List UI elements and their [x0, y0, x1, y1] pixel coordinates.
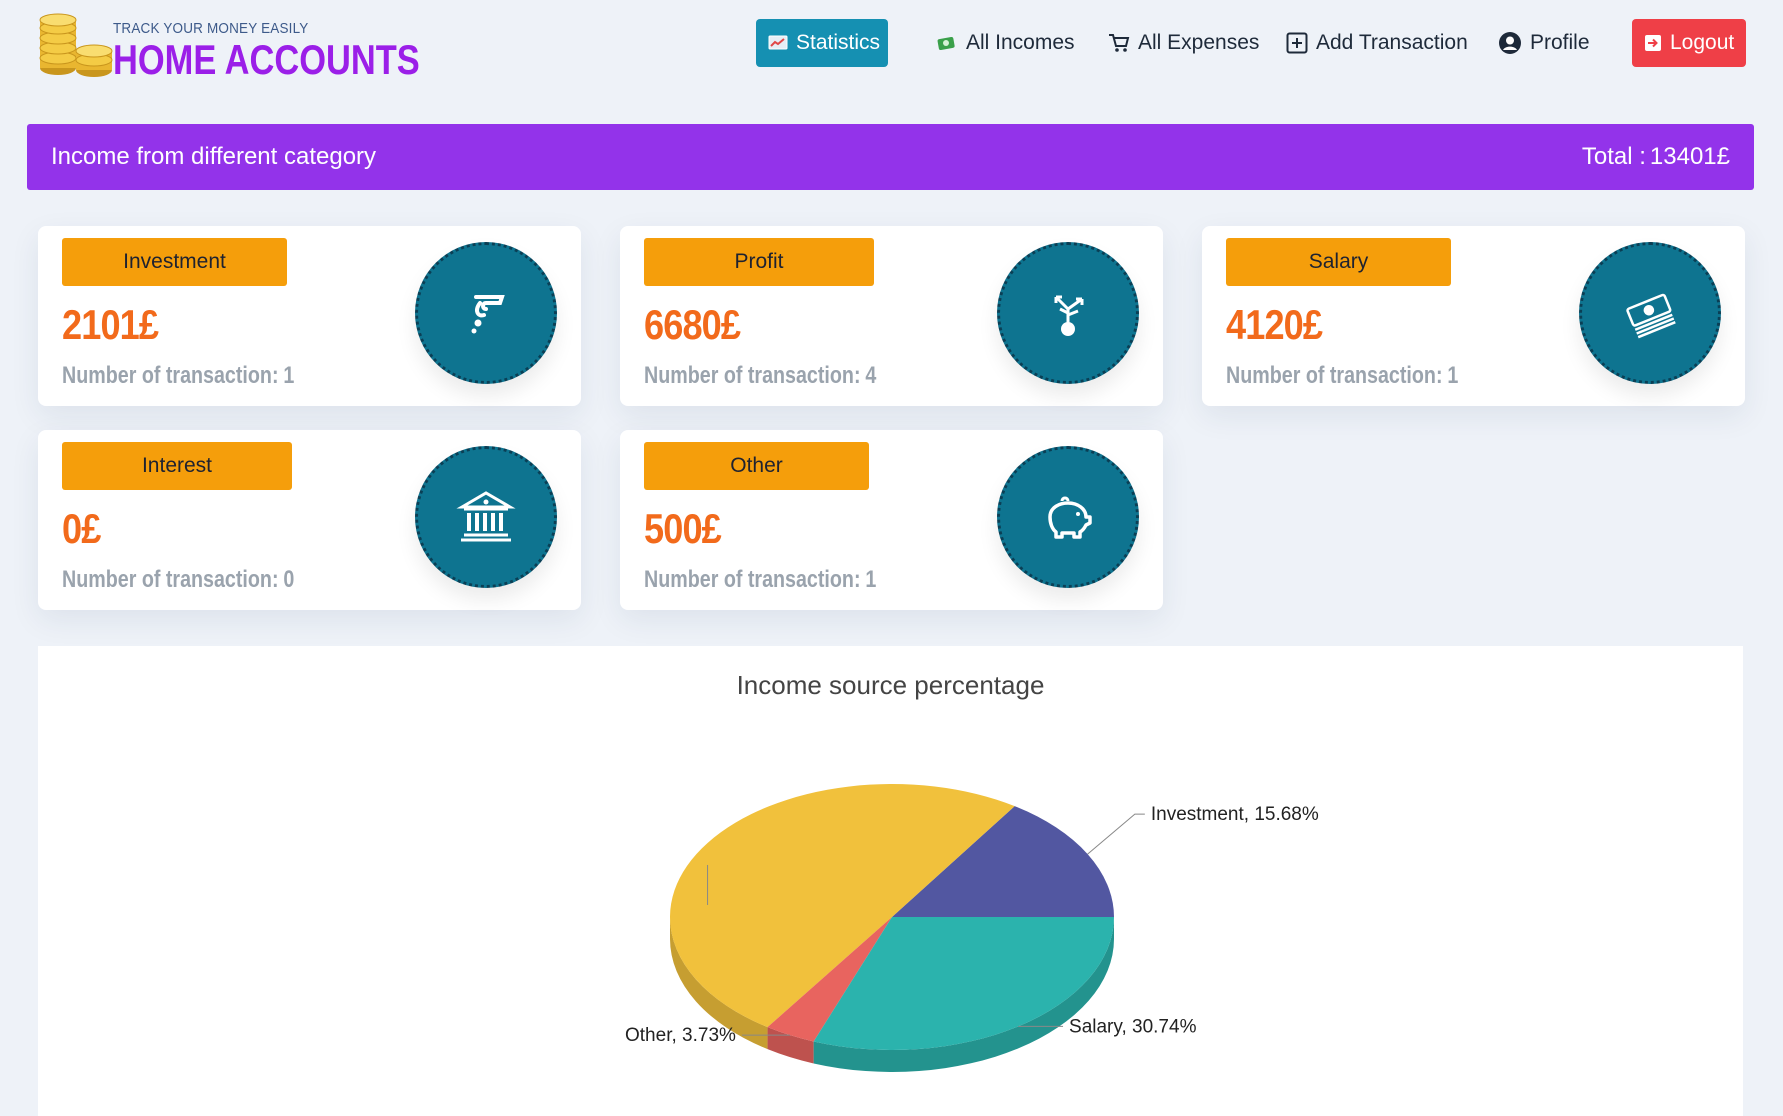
pie-label-salary: Salary, 30.74% [1069, 1016, 1197, 1037]
category-badge: Profit [644, 238, 874, 286]
category-badge: Salary [1226, 238, 1451, 286]
growth-plant-icon [1054, 295, 1084, 336]
chart-icon [768, 35, 788, 50]
logo-tagline: TRACK YOUR MONEY EASILY [113, 20, 309, 37]
nav-add-transaction-label: Add Transaction [1316, 31, 1468, 54]
nav-all-expenses-label: All Expenses [1138, 31, 1260, 54]
nav-add-transaction[interactable]: Add Transaction [1286, 19, 1468, 67]
logo-title: HOME ACCOUNTS [113, 36, 420, 83]
category-badge: Investment [62, 238, 287, 286]
category-amount: 4120£ [1226, 301, 1323, 348]
category-card-interest[interactable]: Interest 0£ Number of transaction: 0 [38, 430, 581, 610]
banner-title: Income from different category [51, 143, 377, 170]
banner-total-value: 13401£ [1649, 143, 1730, 170]
banner-total: Total :13401£ [1578, 143, 1730, 171]
category-badge: Interest [62, 442, 292, 490]
category-icon-circle [415, 446, 557, 588]
logout-button[interactable]: Logout [1632, 19, 1747, 67]
nav-all-incomes[interactable]: All Incomes [936, 19, 1075, 67]
transaction-count: Number of transaction: 0 [62, 566, 295, 593]
transaction-count: Number of transaction: 4 [644, 362, 877, 389]
logout-label: Logout [1670, 31, 1735, 54]
bank-icon [456, 491, 516, 542]
pie-label-investment: Investment, 15.68% [1151, 804, 1319, 825]
money-stack-icon [1626, 293, 1676, 339]
nav-statistics[interactable]: Statistics [756, 19, 888, 67]
plus-square-icon [1286, 32, 1308, 54]
cash-icon [937, 37, 955, 50]
category-card-salary[interactable]: Salary 4120£ Number of transaction: 1 [1202, 226, 1745, 406]
transaction-count: Number of transaction: 1 [62, 362, 295, 389]
logout-icon [1645, 35, 1661, 51]
category-icon-circle [1579, 242, 1721, 384]
logo[interactable]: TRACK YOUR MONEY EASILY HOME ACCOUNTS [38, 8, 420, 83]
category-badge: Other [644, 442, 869, 490]
pie-label-other: Other, 3.73% [625, 1025, 736, 1046]
hand-coin-icon [471, 295, 505, 334]
coins-icon [39, 13, 113, 77]
category-amount: 6680£ [644, 301, 741, 348]
banner-total-label: Total : [1581, 143, 1646, 170]
category-icon-circle [997, 446, 1139, 588]
nav-all-incomes-label: All Incomes [966, 31, 1075, 54]
category-icon-circle [415, 242, 557, 384]
transaction-count: Number of transaction: 1 [644, 566, 877, 593]
category-card-investment[interactable]: Investment 2101£ Number of transaction: 1 [38, 226, 581, 406]
piggy-bank-icon [1048, 496, 1092, 539]
cart-icon [1109, 34, 1130, 52]
income-pie-chart: Income source percentage Investment, 15.… [38, 646, 1743, 1116]
transaction-count: Number of transaction: 1 [1226, 362, 1459, 389]
nav-all-expenses[interactable]: All Expenses [1108, 19, 1259, 67]
category-card-profit[interactable]: Profit 6680£ Number of transaction: 4 [620, 226, 1163, 406]
category-amount: 0£ [62, 505, 101, 552]
income-banner: Income from different category Total :13… [27, 124, 1754, 190]
nav-profile[interactable]: Profile [1498, 19, 1590, 67]
user-circle-icon [1499, 32, 1521, 54]
category-card-other[interactable]: Other 500£ Number of transaction: 1 [620, 430, 1163, 610]
category-amount: 2101£ [62, 301, 159, 348]
pie-chart-svg: Investment, 15.68% Other, 3.73% Salary, 30… [625, 783, 1319, 1072]
category-amount: 500£ [644, 505, 722, 552]
nav-statistics-label: Statistics [796, 31, 881, 54]
category-icon-circle [997, 242, 1139, 384]
pie-leader-investment [1087, 813, 1145, 855]
nav-profile-label: Profile [1530, 31, 1590, 54]
